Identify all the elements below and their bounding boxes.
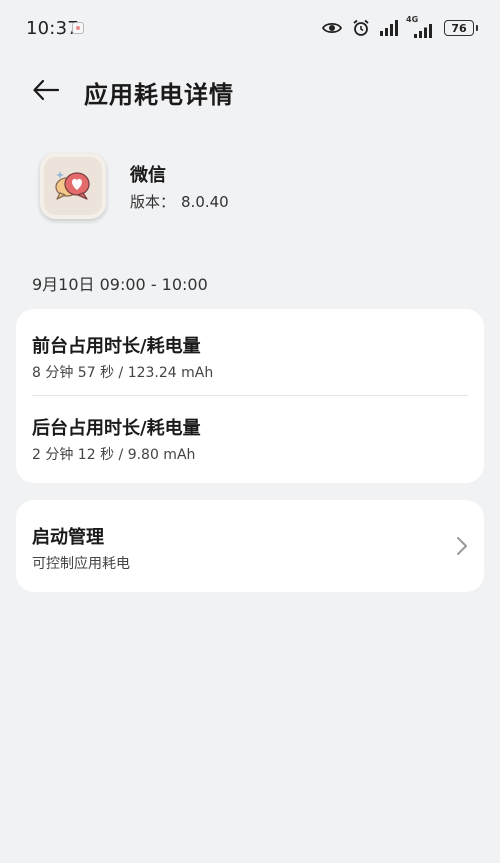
status-bar: 10:37 4G 76: [0, 0, 500, 58]
app-version: 版本： 8.0.40: [130, 191, 229, 212]
app-info: 微信 版本： 8.0.40: [40, 153, 460, 223]
app-version-label: 版本：: [130, 193, 176, 211]
back-button[interactable]: [30, 74, 62, 106]
header: 应用耗电详情: [0, 70, 500, 110]
app-icon: [40, 153, 106, 219]
eye-icon: [322, 22, 342, 34]
background-usage-row: 后台占用时长/耗电量 2 分钟 12 秒 / 9.80 mAh: [16, 396, 484, 483]
background-usage-value: 2 分钟 12 秒 / 9.80 mAh: [32, 447, 196, 463]
launch-management-title: 启动管理: [32, 527, 104, 548]
network-label: 4G: [406, 15, 419, 24]
back-arrow-icon: [33, 79, 60, 101]
status-icons: 4G 76: [312, 15, 478, 39]
background-usage-title: 后台占用时长/耗电量: [32, 418, 201, 439]
launch-management-item[interactable]: 启动管理 可控制应用耗电: [16, 500, 484, 592]
battery-icon: 76: [444, 20, 478, 36]
notification-icon: [72, 22, 84, 34]
foreground-usage-row: 前台占用时长/耗电量 8 分钟 57 秒 / 123.24 mAh: [16, 309, 484, 396]
foreground-usage-title: 前台占用时长/耗电量: [32, 336, 201, 357]
signal-icon: [380, 20, 398, 36]
foreground-usage-value: 8 分钟 57 秒 / 123.24 mAh: [32, 365, 214, 381]
date-range: 9月10日 09:00 - 10:00: [32, 275, 208, 294]
chevron-right-icon: [457, 537, 467, 555]
page-title: 应用耗电详情: [84, 81, 234, 109]
launch-management-subtitle: 可控制应用耗电: [32, 556, 130, 572]
heart-chat-icon: [55, 171, 90, 200]
signal-4g-icon: 4G: [406, 15, 434, 38]
app-version-value: 8.0.40: [181, 193, 229, 211]
battery-level: 76: [451, 21, 467, 35]
launch-management-row: 启动管理 可控制应用耗电: [16, 500, 484, 592]
usage-card: 前台占用时长/耗电量 8 分钟 57 秒 / 123.24 mAh 后台占用时长…: [16, 309, 484, 483]
status-time: 10:37: [26, 18, 79, 39]
app-name: 微信: [130, 165, 166, 186]
alarm-icon: [353, 19, 369, 36]
